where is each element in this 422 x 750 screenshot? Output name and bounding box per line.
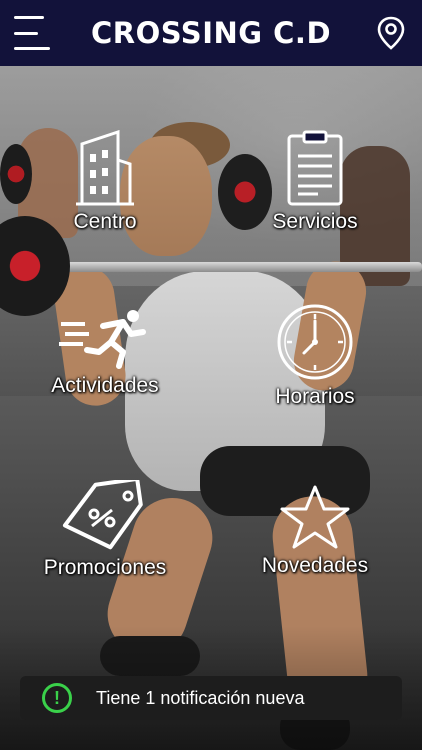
app-title: CROSSING C.D [90, 16, 332, 50]
running-person-icon [59, 310, 146, 369]
building-icon [76, 130, 134, 206]
menu-label: Centro [73, 210, 137, 233]
percent-tag-icon [62, 480, 143, 550]
menu-label: Actividades [51, 374, 159, 397]
hamburger-menu-icon[interactable] [14, 16, 52, 50]
menu-label: Promociones [43, 556, 167, 579]
menu-label: Novedades [261, 554, 369, 577]
app-header: CROSSING C.D [0, 0, 422, 66]
map-pin-icon[interactable] [376, 16, 406, 50]
menu-tile-servicios[interactable]: Servicios [230, 130, 400, 250]
clock-icon [277, 304, 353, 380]
alert-circle-icon: ! [42, 683, 72, 713]
photo-barbell [20, 262, 422, 272]
menu-tile-novedades[interactable]: Novedades [230, 484, 400, 604]
menu-tile-promociones[interactable]: Promociones [20, 480, 190, 600]
menu-label: Horarios [275, 385, 355, 408]
menu-label: Servicios [272, 210, 358, 233]
menu-tile-horarios[interactable]: Horarios [230, 303, 400, 423]
star-icon [280, 485, 350, 549]
notification-bar[interactable]: ! Tiene 1 notificación nueva [20, 676, 402, 720]
clipboard-list-icon [287, 130, 343, 206]
notification-text: Tiene 1 notificación nueva [96, 687, 305, 708]
menu-tile-actividades[interactable]: Actividades [20, 308, 190, 428]
menu-tile-centro[interactable]: Centro [20, 130, 190, 250]
